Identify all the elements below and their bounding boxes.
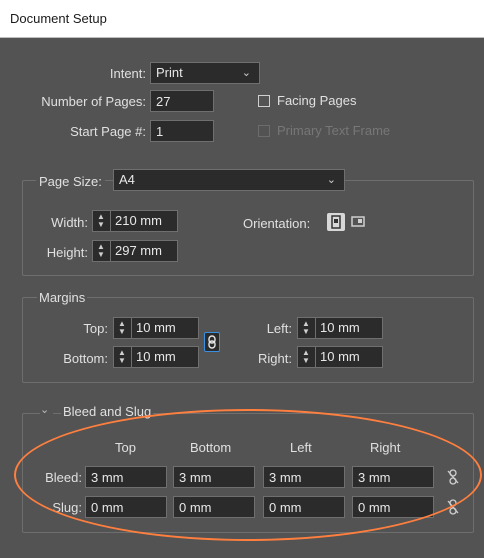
margin-left-stepper[interactable]: ▲ ▼ 10 mm — [297, 317, 383, 339]
landscape-orientation-icon[interactable] — [350, 213, 368, 231]
slug-bottom-input[interactable] — [173, 496, 255, 518]
margin-right-stepper[interactable]: ▲ ▼ 10 mm — [297, 346, 383, 368]
number-of-pages-input[interactable] — [150, 90, 214, 112]
collapse-chevron-icon[interactable]: ⌄ — [40, 403, 54, 416]
orientation-label: Orientation: — [243, 216, 311, 231]
slug-left-input[interactable] — [263, 496, 345, 518]
slug-top-input[interactable] — [85, 496, 167, 518]
height-label: Height: — [46, 245, 88, 260]
height-value: 297 mm — [115, 243, 162, 258]
bleed-right-input[interactable] — [352, 466, 434, 488]
chevron-down-icon: ⌄ — [326, 174, 336, 186]
margin-right-label: Right: — [258, 351, 292, 366]
stepper-arrows-icon[interactable]: ▲ ▼ — [114, 318, 132, 338]
column-top-label: Top — [115, 440, 136, 455]
broken-link-icon[interactable] — [446, 468, 460, 486]
width-stepper[interactable]: ▲ ▼ 210 mm — [92, 210, 178, 232]
facing-pages-checkbox[interactable] — [258, 95, 270, 107]
bleed-label: Bleed: — [45, 470, 82, 485]
margins-panel — [22, 297, 474, 383]
intent-select[interactable]: Print ⌄ — [150, 62, 260, 84]
margin-bottom-label: Bottom: — [63, 351, 108, 366]
page-size-select[interactable]: A4 ⌄ — [113, 169, 345, 191]
primary-text-frame-checkbox[interactable] — [258, 125, 270, 137]
width-label: Width: — [51, 215, 88, 230]
intent-value: Print — [156, 65, 183, 80]
intent-label: Intent: — [109, 66, 146, 81]
stepper-arrows-icon[interactable]: ▲ ▼ — [93, 211, 111, 231]
start-page-input[interactable] — [150, 120, 214, 142]
stepper-arrows-icon[interactable]: ▲ ▼ — [298, 318, 316, 338]
bleed-bottom-input[interactable] — [173, 466, 255, 488]
link-icon[interactable] — [204, 332, 220, 352]
facing-pages-label: Facing Pages — [277, 93, 357, 108]
margin-top-value: 10 mm — [136, 320, 176, 335]
start-page-label: Start Page #: — [70, 124, 146, 139]
column-bottom-label: Bottom — [190, 440, 232, 455]
column-left-label: Left — [290, 440, 312, 455]
margin-bottom-value: 10 mm — [136, 349, 176, 364]
slug-right-input[interactable] — [352, 496, 434, 518]
window-title: Document Setup — [10, 11, 107, 26]
margin-bottom-stepper[interactable]: ▲ ▼ 10 mm — [113, 346, 199, 368]
margin-left-label: Left: — [266, 321, 292, 336]
bleed-left-input[interactable] — [263, 466, 345, 488]
window-title-bar: Document Setup — [0, 0, 484, 38]
margin-top-stepper[interactable]: ▲ ▼ 10 mm — [113, 317, 199, 339]
page-size-value: A4 — [119, 172, 135, 187]
bleed-slug-title: Bleed and Slug — [61, 404, 154, 419]
page-size-label: Page Size: — [36, 174, 105, 189]
stepper-arrows-icon[interactable]: ▲ ▼ — [93, 241, 111, 261]
chevron-down-icon: ⌄ — [241, 67, 251, 79]
width-value: 210 mm — [115, 213, 162, 228]
column-right-label: Right — [370, 440, 401, 455]
margin-right-value: 10 mm — [320, 349, 360, 364]
bleed-top-input[interactable] — [85, 466, 167, 488]
stepper-arrows-icon[interactable]: ▲ ▼ — [298, 347, 316, 367]
margin-top-label: Top: — [83, 321, 108, 336]
broken-link-icon[interactable] — [446, 498, 460, 516]
primary-text-frame-label: Primary Text Frame — [277, 123, 391, 138]
number-of-pages-label: Number of Pages: — [41, 94, 146, 109]
margin-left-value: 10 mm — [320, 320, 360, 335]
slug-label: Slug: — [52, 500, 82, 515]
portrait-orientation-icon[interactable] — [327, 213, 345, 231]
stepper-arrows-icon[interactable]: ▲ ▼ — [114, 347, 132, 367]
margins-title: Margins — [37, 290, 88, 305]
height-stepper[interactable]: ▲ ▼ 297 mm — [92, 240, 178, 262]
